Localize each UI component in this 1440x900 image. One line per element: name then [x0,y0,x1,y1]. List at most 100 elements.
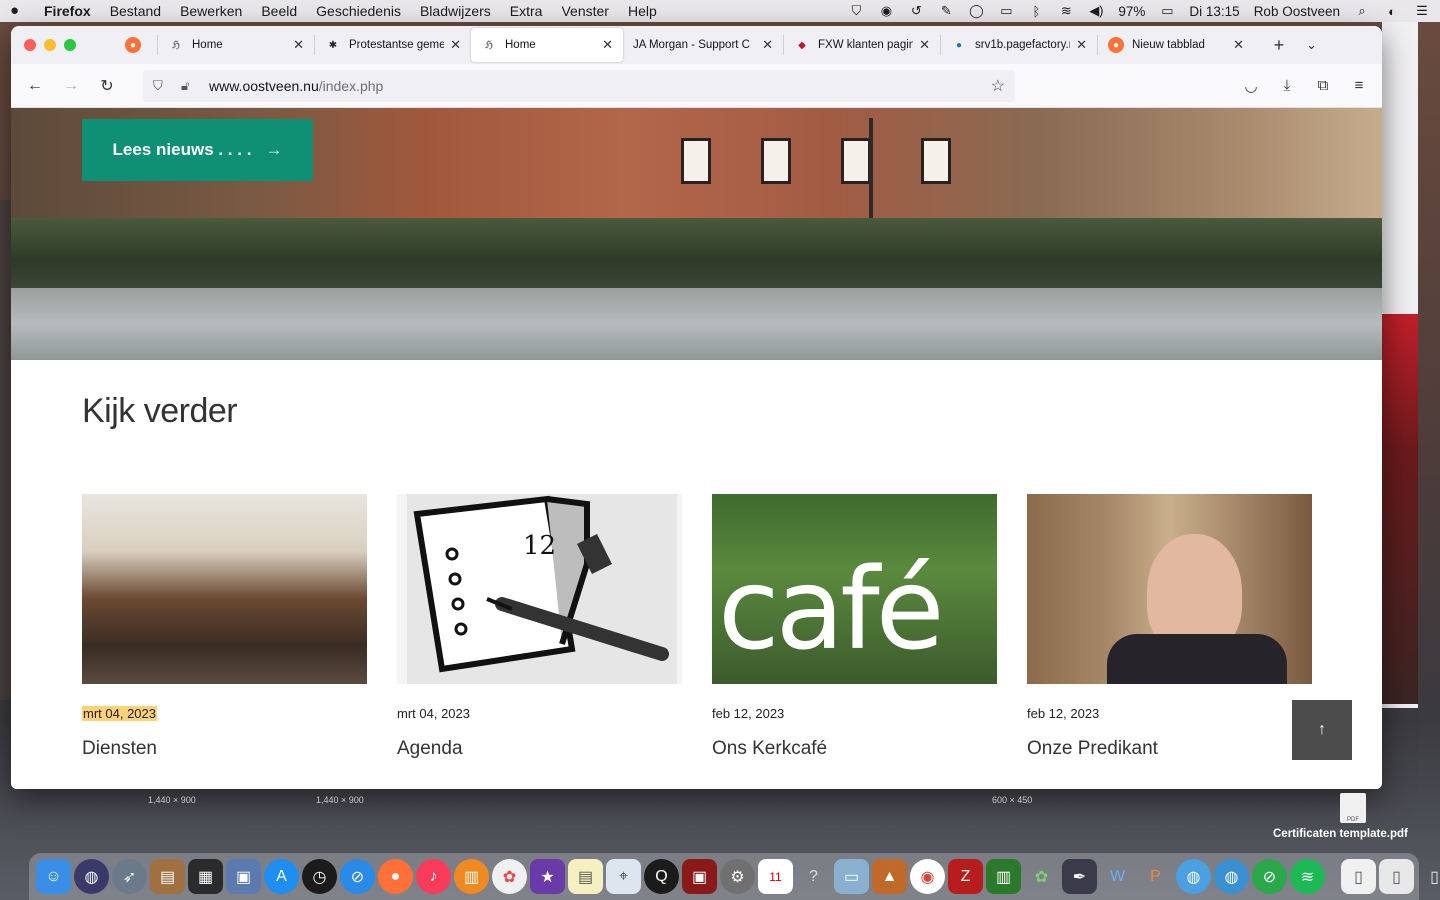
forward-arrow-icon[interactable]: → [53,72,89,100]
card-title[interactable]: Agenda [397,738,463,760]
chrome-icon[interactable]: ◉ [910,859,945,894]
close-tab-icon[interactable]: ✕ [1233,37,1244,53]
close-tab-icon[interactable]: ✕ [1076,37,1087,53]
pen-icon[interactable]: ✎ [938,3,954,19]
tab-nieuw-tabblad[interactable]: ● Nieuw tabblad ✕ [1098,28,1254,62]
safari-icon[interactable]: ⊘ [340,859,375,894]
activity-grid-icon[interactable]: ▦ [188,859,223,894]
list-all-tabs-chevron-icon[interactable]: ⌄ [1306,37,1317,53]
menu-help[interactable]: Help [628,3,657,19]
desktop-file-label[interactable]: Certificaten template.pdf [1273,828,1408,840]
notes-icon[interactable]: ▤ [568,859,603,894]
compass-app-icon[interactable]: ⊘ [1252,859,1287,894]
tab-pagefactory[interactable]: ● srv1b.pagefactory.n ✕ [941,28,1097,62]
tab-fxw-klanten[interactable]: ◆ FXW klanten pagina ✕ [784,28,940,62]
tab-home-active[interactable]: ℌ Home ✕ [471,28,623,62]
card-predikant[interactable]: feb 12, 2023 Onze Predikant [1027,494,1312,759]
close-tab-icon[interactable]: ✕ [919,37,930,53]
time-machine-icon[interactable]: ↺ [908,3,924,19]
clock-icon[interactable]: ◷ [302,859,337,894]
menu-venster[interactable]: Venster [561,3,608,19]
music-icon[interactable]: ♪ [416,859,451,894]
maps-icon[interactable]: ⌖ [606,859,641,894]
notes-book-icon[interactable]: ▤ [150,859,185,894]
quicktime-icon[interactable]: Q [644,859,679,894]
new-tab-button[interactable]: + [1266,35,1292,56]
card-diensten[interactable]: mrt 04, 2023 Diensten [82,494,367,759]
extensions-puzzle-icon[interactable]: ⧉ [1312,77,1334,95]
card-title[interactable]: Ons Kerkcafé [712,738,827,760]
agenda-image[interactable]: 12 [397,494,682,684]
wifi-icon[interactable]: ≋ [1058,3,1074,19]
keynote-icon[interactable]: ▲ [872,859,907,894]
spotify-icon[interactable]: ≋ [1290,859,1325,894]
minimize-window-button[interactable] [44,39,56,51]
reload-icon[interactable]: ↻ [89,72,125,100]
menubar-user[interactable]: Rob Oostveen [1254,4,1340,19]
card-title[interactable]: Onze Predikant [1027,738,1158,760]
lees-nieuws-button[interactable]: Lees nieuws . . . . → [82,119,313,181]
card-title[interactable]: Diensten [82,738,157,760]
firefox-icon[interactable]: ● [378,859,413,894]
siri-icon[interactable]: ◐ [1384,3,1400,19]
back-to-top-button[interactable]: ↑ [1292,700,1352,760]
close-tab-icon[interactable]: ✕ [602,37,613,53]
app-store-icon[interactable]: A [264,859,299,894]
battery-percentage[interactable]: 97% [1118,4,1145,19]
image-capture-icon[interactable]: ▭ [834,859,869,894]
menu-extra[interactable]: Extra [510,3,543,19]
document-icon[interactable]: ▯ [1341,859,1376,894]
spotlight-search-icon[interactable]: ⌕ [1354,3,1370,19]
filezilla-icon[interactable]: Z [948,859,983,894]
zip-file-icon[interactable]: ▯ [1379,859,1414,894]
growth-app-icon[interactable]: ✿ [1024,859,1059,894]
menu-bladwijzers[interactable]: Bladwijzers [420,3,491,19]
preview-icon[interactable]: ▣ [226,859,261,894]
tab-ja-morgan-support[interactable]: JA Morgan - Support C ✕ [623,28,783,62]
calendar-icon[interactable]: 11 [758,859,793,894]
menu-beeld[interactable]: Beeld [261,3,297,19]
menu-bestand[interactable]: Bestand [110,3,161,19]
pocket-icon[interactable]: ◡ [1240,77,1262,95]
cafe-image[interactable]: café [712,494,997,684]
network-globe-icon[interactable]: ◍ [1176,859,1211,894]
notification-center-icon[interactable]: ☰ [1414,3,1430,19]
pdf-file-icon[interactable]: PDF [1340,793,1366,823]
word-app-icon[interactable]: W [1100,859,1135,894]
menu-geschiedenis[interactable]: Geschiedenis [316,3,401,19]
status-app-icon[interactable]: ◉ [878,3,894,19]
close-tab-icon[interactable]: ✕ [293,37,304,53]
books-icon[interactable]: ▥ [454,859,489,894]
photo-booth-icon[interactable]: ▣ [682,859,717,894]
downloads-icon[interactable]: ⤓ [1276,77,1298,95]
menu-bewerken[interactable]: Bewerken [180,3,242,19]
url-bar[interactable]: ⛉ 🔓︎ www.oostveen.nu/index.php ☆ [143,69,1015,102]
close-tab-icon[interactable]: ✕ [450,37,461,53]
card-kerkcafe[interactable]: café feb 12, 2023 Ons Kerkcafé [712,494,997,759]
volume-icon[interactable]: ◀) [1088,3,1104,19]
menu-app-firefox[interactable]: Firefox [44,3,91,19]
predikant-image[interactable] [1027,494,1312,684]
insecure-lock-icon[interactable]: 🔓︎ [181,78,199,94]
siri-icon[interactable]: ◍ [74,859,109,894]
launchpad-icon[interactable]: ➶ [112,859,147,894]
battery-icon[interactable]: ▭ [1159,3,1175,19]
pages-app-icon[interactable]: P [1138,859,1173,894]
photos-icon[interactable]: ✿ [492,859,527,894]
airplay-icon[interactable]: ▭ [998,3,1014,19]
imovie-star-icon[interactable]: ★ [530,859,565,894]
bluetooth-icon[interactable]: ᛒ [1028,3,1044,19]
finder-icon[interactable]: ☺ [36,859,71,894]
close-window-button[interactable] [24,39,36,51]
bookmark-star-icon[interactable]: ☆ [991,76,1005,96]
tracking-protection-shield-icon[interactable]: ⛉ [153,78,171,94]
hamburger-menu-icon[interactable]: ≡ [1348,77,1370,95]
tab-pinned-firefox[interactable]: ● [115,28,157,62]
pen-tool-icon[interactable]: ✒ [1062,859,1097,894]
tab-home-1[interactable]: ℌ Home ✕ [158,28,314,62]
chat-bubble-icon[interactable]: ◯ [968,3,984,19]
apple-menu-icon[interactable]: ● [10,3,26,19]
tab-protestantse-gemeente[interactable]: ✱ Protestantse geme ✕ [315,28,471,62]
numbers-chart-icon[interactable]: ▥ [986,859,1021,894]
close-tab-icon[interactable]: ✕ [762,37,773,53]
